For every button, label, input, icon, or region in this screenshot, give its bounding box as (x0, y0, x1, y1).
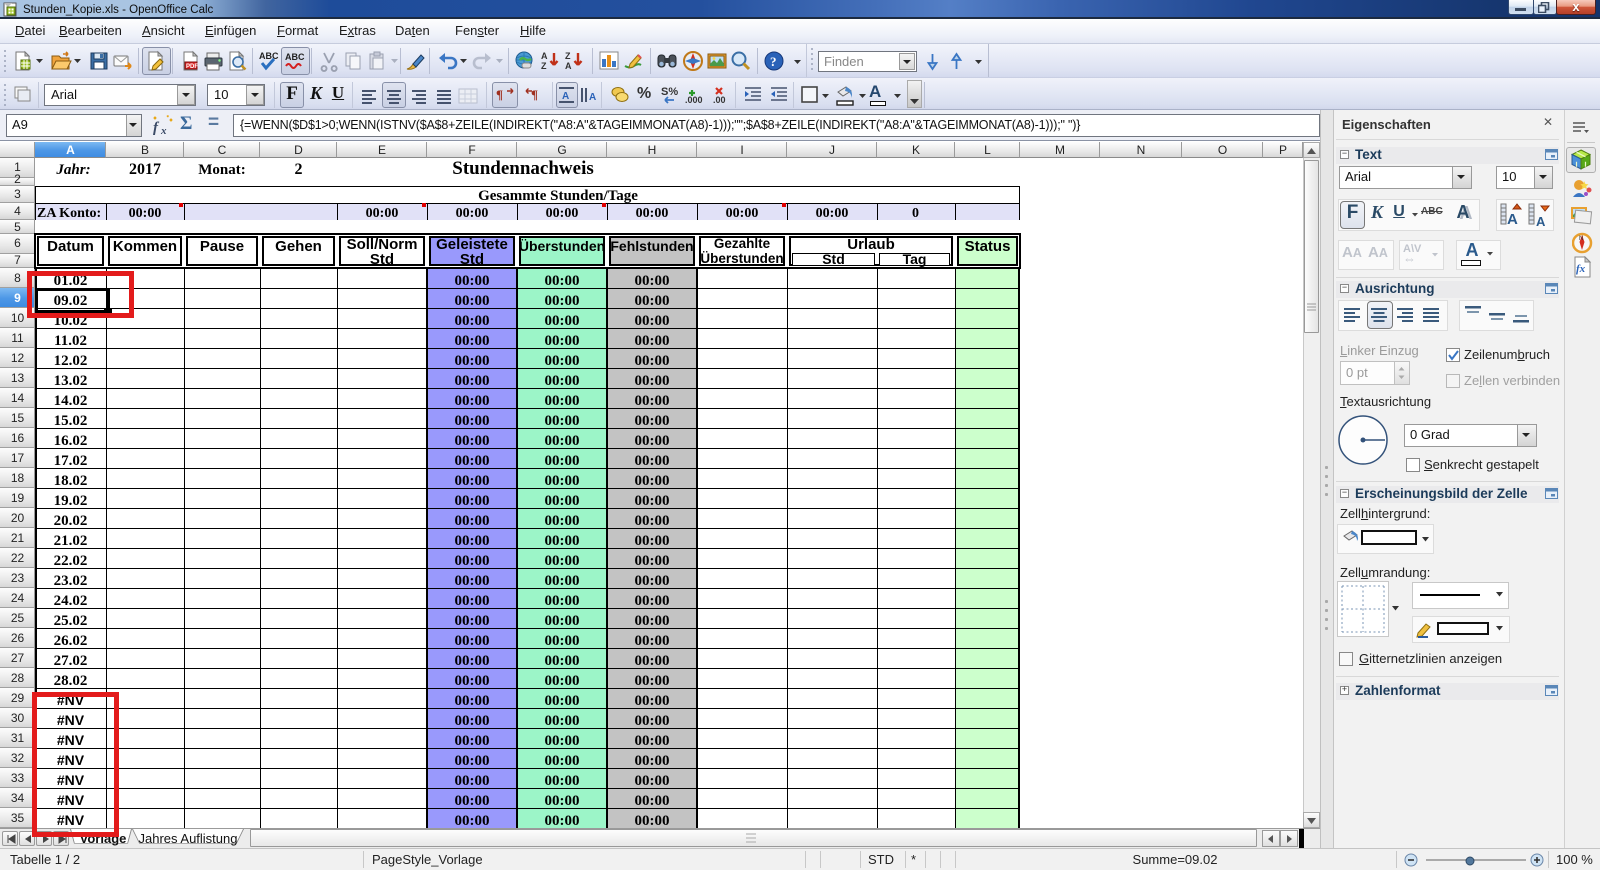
svg-text:N: N (1579, 236, 1583, 242)
svg-text:A: A (1507, 211, 1518, 228)
svg-text:S%: S% (661, 86, 678, 98)
svg-text:¶: ¶ (496, 87, 503, 102)
svg-text:.000: .000 (685, 95, 703, 105)
svg-text:x: x (160, 125, 167, 137)
svg-text:f: f (153, 120, 160, 136)
svg-text:¶: ¶ (531, 87, 538, 102)
svg-text:A: A (541, 51, 548, 61)
svg-text:?: ? (770, 54, 777, 69)
svg-text:A: A (589, 92, 596, 103)
svg-text:ABC: ABC (259, 51, 279, 61)
svg-text:Z: Z (565, 51, 571, 61)
svg-text:PDF: PDF (186, 64, 198, 70)
svg-text:fx: fx (1576, 263, 1586, 275)
svg-text:A: A (565, 61, 572, 71)
svg-text:Z: Z (541, 61, 547, 71)
svg-text:A: A (562, 91, 569, 102)
svg-text:.00: .00 (713, 95, 726, 105)
svg-text:ABC: ABC (285, 52, 305, 62)
svg-text:A: A (1536, 214, 1546, 228)
